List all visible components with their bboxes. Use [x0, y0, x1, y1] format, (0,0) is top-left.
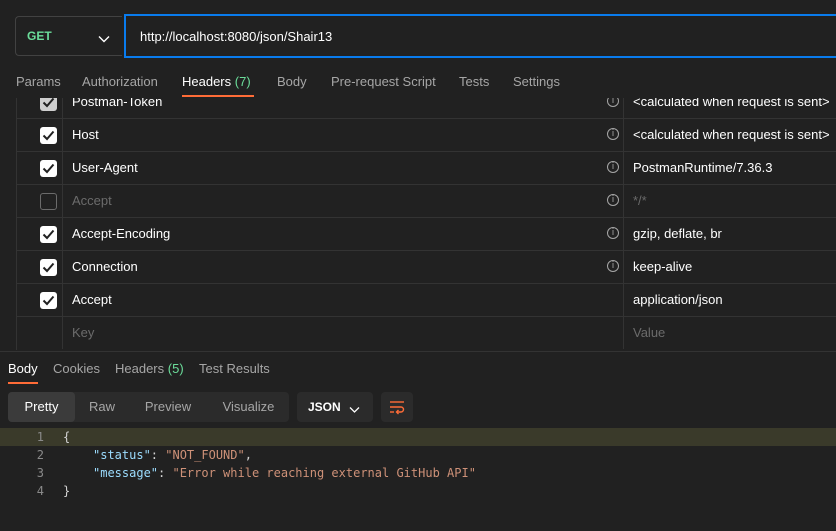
header-key[interactable]: Accept	[72, 185, 112, 217]
header-key[interactable]: User-Agent	[72, 152, 138, 184]
header-value[interactable]: */*	[633, 185, 647, 217]
info-icon[interactable]: i	[607, 161, 619, 173]
header-value[interactable]: PostmanRuntime/7.36.3	[633, 152, 772, 184]
line-number: 3	[36, 466, 44, 480]
info-icon[interactable]: i	[607, 98, 619, 107]
headers-count: (7)	[234, 74, 251, 89]
header-value[interactable]: keep-alive	[633, 251, 692, 283]
table-row: User-Agent i PostmanRuntime/7.36.3	[16, 152, 836, 185]
view-raw-button[interactable]: Raw	[78, 392, 126, 422]
header-checkbox[interactable]	[40, 98, 57, 111]
pane-divider[interactable]	[0, 351, 836, 352]
new-header-value-input[interactable]: Value	[633, 317, 665, 349]
header-checkbox[interactable]	[40, 160, 57, 177]
table-row: Host i <calculated when request is sent>	[16, 119, 836, 152]
new-header-row: Key Value	[16, 317, 836, 350]
code-text: {	[63, 430, 71, 444]
code-line: 3 "message": "Error while reaching exter…	[0, 464, 836, 482]
response-tab-headers[interactable]: Headers (5)	[115, 361, 184, 376]
table-row: Accept i */*	[16, 185, 836, 218]
line-number: 4	[36, 484, 44, 498]
view-pretty-button[interactable]: Pretty	[8, 392, 75, 422]
tab-authorization[interactable]: Authorization	[82, 74, 158, 89]
language-select[interactable]: JSON	[297, 392, 373, 422]
language-label: JSON	[308, 400, 341, 414]
tab-settings[interactable]: Settings	[513, 74, 560, 89]
url-input[interactable]: http://localhost:8080/json/Shair13	[124, 14, 836, 58]
new-header-key-input[interactable]: Key	[72, 317, 94, 349]
tab-body[interactable]: Body	[277, 74, 307, 89]
table-row: Accept application/json	[16, 284, 836, 317]
header-key[interactable]: Host	[72, 119, 99, 151]
header-value[interactable]: <calculated when request is sent>	[633, 98, 830, 118]
response-tab-cookies[interactable]: Cookies	[53, 361, 100, 376]
code-text: }	[63, 484, 71, 498]
tab-params[interactable]: Params	[16, 74, 61, 89]
view-preview-button[interactable]: Preview	[133, 392, 203, 422]
header-key[interactable]: Connection	[72, 251, 138, 283]
info-icon[interactable]: i	[607, 194, 619, 206]
url-text: http://localhost:8080/json/Shair13	[140, 28, 333, 44]
header-checkbox[interactable]	[40, 259, 57, 276]
response-tab-body[interactable]: Body	[8, 361, 38, 376]
active-response-tab-indicator	[8, 382, 38, 384]
response-headers-count: (5)	[167, 361, 184, 376]
response-tab-test-results[interactable]: Test Results	[199, 361, 270, 376]
header-checkbox[interactable]	[40, 292, 57, 309]
header-value[interactable]: application/json	[633, 284, 723, 316]
header-key[interactable]: Accept	[72, 284, 112, 316]
active-tab-indicator	[182, 95, 254, 97]
header-key[interactable]: Postman-Token	[72, 98, 162, 118]
header-checkbox[interactable]	[40, 226, 57, 243]
info-icon[interactable]: i	[607, 128, 619, 140]
wrap-lines-button[interactable]	[381, 392, 413, 422]
tab-pre-request-script[interactable]: Pre-request Script	[331, 74, 436, 89]
request-tabs: Params Authorization Headers (7) Body Pr…	[0, 64, 836, 98]
header-checkbox[interactable]	[40, 127, 57, 144]
table-row: Accept-Encoding i gzip, deflate, br	[16, 218, 836, 251]
code-line: 1 {	[0, 428, 836, 446]
header-value[interactable]: <calculated when request is sent>	[633, 119, 830, 151]
line-number: 1	[36, 430, 44, 444]
code-text: "message": "Error while reaching externa…	[93, 466, 476, 480]
method-label: GET	[27, 29, 52, 43]
code-line: 2 "status": "NOT_FOUND",	[0, 446, 836, 464]
tab-headers[interactable]: Headers (7)	[182, 74, 251, 89]
view-visualize-button[interactable]: Visualize	[211, 392, 286, 422]
tab-tests[interactable]: Tests	[459, 74, 489, 89]
header-key[interactable]: Accept-Encoding	[72, 218, 170, 250]
header-value[interactable]: gzip, deflate, br	[633, 218, 722, 250]
chevron-down-icon	[349, 402, 360, 417]
view-mode-group: Pretty Raw Preview Visualize	[8, 392, 289, 422]
header-checkbox[interactable]	[40, 193, 57, 210]
method-select[interactable]: GET	[15, 16, 122, 56]
info-icon[interactable]: i	[607, 260, 619, 272]
line-number: 2	[36, 448, 44, 462]
chevron-down-icon	[98, 31, 112, 43]
code-text: "status": "NOT_FOUND",	[93, 448, 252, 462]
headers-table: Postman-Token i <calculated when request…	[16, 98, 836, 350]
table-row: Postman-Token i <calculated when request…	[16, 98, 836, 119]
table-row: Connection i keep-alive	[16, 251, 836, 284]
info-icon[interactable]: i	[607, 227, 619, 239]
code-line: 4 }	[0, 482, 836, 500]
